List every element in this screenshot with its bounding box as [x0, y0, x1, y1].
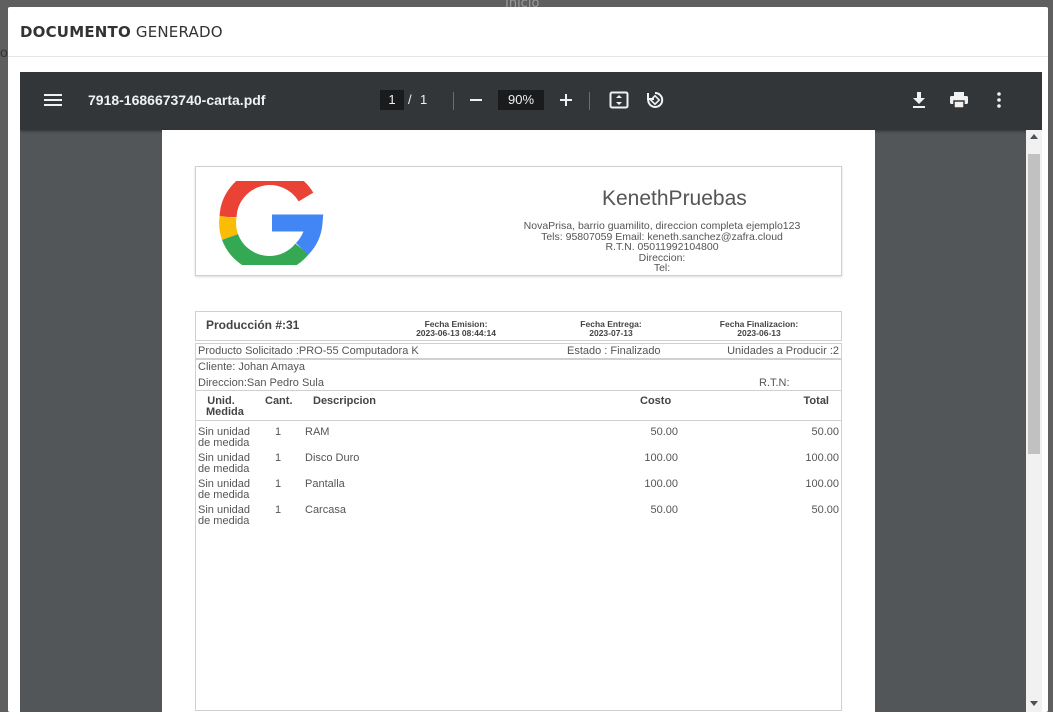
background-text-fragment: o	[0, 44, 8, 60]
header-unidad-line2: Medida	[206, 406, 244, 418]
row-cant: 1	[275, 426, 282, 438]
fecha-entrega-value: 2023-07-13	[589, 328, 633, 338]
page-separator: /	[408, 92, 412, 107]
row-total: 50.00	[811, 504, 839, 516]
row-descripcion: Disco Duro	[305, 452, 360, 464]
scrollbar-thumb[interactable]	[1028, 154, 1040, 454]
fit-page-icon[interactable]	[607, 88, 631, 112]
company-name: KenethPruebas	[602, 187, 747, 210]
fecha-entrega: Fecha Entrega: 2023-07-13	[556, 320, 666, 338]
fecha-emision-value: 2023-06-13 08:44:14	[416, 328, 496, 338]
zoom-out-icon[interactable]	[464, 88, 488, 112]
cliente-rtn: R.T.N:	[759, 377, 790, 389]
zoom-in-icon[interactable]	[554, 88, 578, 112]
scroll-up-icon[interactable]	[1030, 134, 1038, 139]
producto-solicitado: Producto Solicitado :PRO-55 Computadora …	[198, 345, 419, 357]
page-number-input[interactable]: 1	[380, 90, 404, 110]
pdf-toolbar: 7918-1686673740-carta.pdf 1 / 1 90%	[20, 72, 1042, 130]
header-cant: Cant.	[265, 395, 293, 407]
document-modal: DOCUMENTO GENERADO 7918-1686673740-carta…	[8, 7, 1048, 712]
row-unidad-line2: de medida	[198, 463, 250, 475]
company-header-box: KenethPruebas NovaPrisa, barrio guamilit…	[195, 166, 842, 276]
toolbar-divider	[589, 92, 590, 110]
production-header-box: Producción #:31 Fecha Emision: 2023-06-1…	[195, 311, 842, 341]
row-unidad-line2: de medida	[198, 437, 250, 449]
download-icon[interactable]	[907, 88, 931, 112]
page-total: 1	[420, 92, 428, 107]
modal-title: DOCUMENTO GENERADO	[20, 23, 223, 41]
menu-icon[interactable]	[44, 91, 68, 111]
fecha-finalizacion-value: 2023-06-13	[737, 328, 781, 338]
unidades-producir: Unidades a Producir :2	[727, 345, 839, 357]
row-unidad: Sin unidad de medida	[198, 505, 250, 527]
row-unidad: Sin unidad de medida	[198, 479, 250, 501]
production-number: Producción #:31	[206, 318, 300, 332]
table-row: Sin unidad de medida 1 Pantalla 100.00 10…	[196, 479, 841, 505]
row-costo: 50.00	[650, 504, 678, 516]
header-unidad: Unid. Medida	[206, 396, 244, 418]
pdf-filename: 7918-1686673740-carta.pdf	[88, 92, 266, 108]
row-costo: 100.00	[644, 452, 678, 464]
table-header-divider	[196, 420, 841, 421]
company-tel: Tel:	[653, 262, 671, 274]
rotate-icon[interactable]	[643, 88, 667, 112]
row-descripcion: RAM	[305, 426, 330, 438]
row-total: 100.00	[805, 452, 839, 464]
row-costo: 50.00	[650, 426, 678, 438]
modal-header: DOCUMENTO GENERADO	[8, 7, 1048, 57]
fecha-emision: Fecha Emision: 2023-06-13 08:44:14	[401, 320, 511, 338]
row-unidad-line2: de medida	[198, 515, 250, 527]
row-unidad: Sin unidad de medida	[198, 453, 250, 475]
product-info-row: Producto Solicitado :PRO-55 Computadora …	[195, 343, 842, 359]
row-cant: 1	[275, 452, 282, 464]
row-total: 50.00	[811, 426, 839, 438]
header-total: Total	[803, 395, 829, 407]
google-logo-icon	[219, 181, 324, 265]
row-descripcion: Pantalla	[305, 478, 345, 490]
fecha-finalizacion: Fecha Finalizacion: 2023-06-13	[704, 320, 814, 338]
pdf-viewer: 7918-1686673740-carta.pdf 1 / 1 90% Kene…	[20, 72, 1042, 712]
row-cant: 1	[275, 504, 282, 516]
modal-title-light: GENERADO	[135, 22, 223, 41]
more-vert-icon[interactable]	[987, 88, 1011, 112]
header-costo: Costo	[640, 395, 672, 407]
client-info-row: Cliente: Johan Amaya Direccion:San Pedro…	[195, 359, 842, 391]
row-cant: 1	[275, 478, 282, 490]
toolbar-divider	[453, 92, 454, 110]
header-descripcion: Descripcion	[313, 395, 376, 407]
items-table: Unid. Medida Cant. Descripcion Costo Tot…	[195, 391, 842, 711]
scroll-down-icon[interactable]	[1030, 701, 1038, 706]
row-unidad-line2: de medida	[198, 489, 250, 501]
zoom-level-input[interactable]: 90%	[498, 90, 544, 110]
row-descripcion: Carcasa	[305, 504, 346, 516]
modal-title-bold: DOCUMENTO	[20, 22, 131, 41]
estado: Estado : Finalizado	[567, 345, 661, 357]
company-details: NovaPrisa, barrio guamilito, direccion c…	[497, 221, 827, 274]
table-row: Sin unidad de medida 1 Carcasa 50.00 50.0…	[196, 505, 841, 531]
cliente-direccion: Direccion:San Pedro Sula	[198, 377, 324, 389]
print-icon[interactable]	[947, 88, 971, 112]
row-unidad: Sin unidad de medida	[198, 427, 250, 449]
row-costo: 100.00	[644, 478, 678, 490]
company-rtn: R.T.N. 05011992104800	[605, 241, 719, 253]
company-address: NovaPrisa, barrio guamilito, direccion c…	[523, 220, 801, 232]
table-row: Sin unidad de medida 1 RAM 50.00 50.00	[196, 427, 841, 453]
row-total: 100.00	[805, 478, 839, 490]
table-row: Sin unidad de medida 1 Disco Duro 100.00 …	[196, 453, 841, 479]
pdf-page: KenethPruebas NovaPrisa, barrio guamilit…	[162, 130, 875, 712]
cliente: Cliente: Johan Amaya	[198, 361, 306, 373]
